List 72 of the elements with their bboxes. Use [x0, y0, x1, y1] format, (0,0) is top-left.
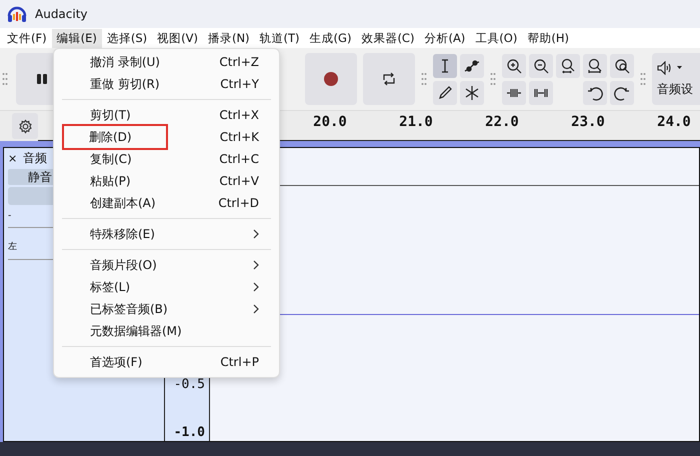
ruler-label: 21.0 [399, 114, 433, 130]
close-icon[interactable]: × [8, 152, 18, 165]
menu-entry[interactable]: 删除(D) Ctrl+K [54, 124, 271, 150]
grip-icon[interactable] [2, 72, 8, 86]
menu-item[interactable]: 生成(G) [304, 28, 356, 48]
record-icon [323, 71, 339, 87]
grip-icon[interactable] [640, 72, 646, 86]
scale-label: -0.5 [174, 377, 205, 392]
pencil-icon [437, 84, 453, 100]
track-name[interactable]: 音频 [23, 150, 48, 167]
speaker-icon [657, 60, 683, 74]
zoom-toggle-icon [614, 58, 630, 74]
menu-item[interactable]: 轨道(T) [254, 28, 305, 48]
fit-selection-button[interactable] [556, 54, 580, 78]
menu-entry[interactable]: 标签(L) [54, 276, 271, 298]
menu-entry[interactable]: 音频片段(O) [54, 254, 271, 276]
scale-label: -1.0 [174, 425, 205, 440]
menu-entry[interactable]: 已标签音频(B) [54, 298, 271, 320]
zoom-toggle-button[interactable] [610, 54, 634, 78]
redo-icon [614, 84, 630, 100]
menu-item[interactable]: 效果器(C) [356, 28, 420, 48]
audio-setup-button[interactable]: 音频设 [652, 53, 700, 105]
ruler-label: 20.0 [313, 114, 347, 130]
menu-entry[interactable]: 剪切(T) Ctrl+X [54, 104, 271, 126]
redo-button[interactable] [610, 80, 634, 104]
menu-entry[interactable]: 粘贴(P) Ctrl+V [54, 170, 271, 192]
menu-item[interactable]: 帮助(H) [522, 28, 574, 48]
envelope-tool-button[interactable] [460, 54, 484, 78]
magnifier-span-icon [587, 58, 603, 74]
grip-icon[interactable] [421, 72, 427, 86]
menu-entry[interactable]: 创建副本(A) Ctrl+D [54, 192, 271, 214]
menu-item[interactable]: 编辑(E) [52, 28, 102, 48]
settings-button[interactable] [12, 113, 38, 139]
record-button[interactable] [305, 53, 357, 105]
menu-entry[interactable]: 撤消 录制(U) Ctrl+Z [54, 51, 271, 73]
menu-item[interactable]: 选择(S) [102, 28, 152, 48]
loop-icon [381, 71, 397, 87]
silence-button[interactable] [529, 80, 553, 104]
magnifier-arrows-icon [560, 58, 576, 74]
pause-icon [35, 72, 49, 86]
menu-item[interactable]: 工具(O) [470, 28, 522, 48]
pan-label: 左 [8, 240, 17, 253]
multi-tool-button[interactable] [460, 80, 484, 104]
menu-entry[interactable]: 重做 剪切(R) Ctrl+Y [54, 73, 271, 95]
ruler-label: 23.0 [571, 114, 605, 130]
menu-item[interactable]: 分析(A) [419, 28, 470, 48]
menu-item[interactable]: 文件(F) [2, 28, 52, 48]
zoom-out-icon [533, 58, 549, 74]
zoom-in-icon [506, 58, 522, 74]
grip-icon[interactable] [490, 72, 496, 86]
settings-icon [18, 118, 32, 134]
gain-label: - [8, 211, 12, 221]
asterisk-icon [464, 84, 480, 100]
menu-entry[interactable]: 特殊移除(E) [54, 223, 271, 245]
draw-tool-button[interactable] [433, 80, 457, 104]
menu-item[interactable]: 播录(N) [202, 28, 255, 48]
app-logo-icon [7, 5, 27, 23]
zoom-in-button[interactable] [502, 54, 526, 78]
select-tool-button[interactable] [433, 54, 457, 78]
undo-button[interactable] [583, 80, 607, 104]
trim-button[interactable] [502, 80, 526, 104]
fit-project-button[interactable] [583, 54, 607, 78]
ruler-label: 24.0 [657, 114, 691, 130]
window-title: Audacity [35, 7, 88, 21]
menu-item[interactable]: 视图(V) [152, 28, 203, 48]
undo-icon [587, 84, 603, 100]
menu-entry[interactable]: 复制(C) Ctrl+C [54, 148, 271, 170]
zoom-out-button[interactable] [529, 54, 553, 78]
menu-entry[interactable]: 元数据编辑器(M) [54, 320, 271, 342]
ruler-label: 22.0 [485, 114, 519, 130]
envelope-icon [464, 58, 480, 74]
menu-entry[interactable]: 首选项(F) Ctrl+P [54, 351, 271, 373]
